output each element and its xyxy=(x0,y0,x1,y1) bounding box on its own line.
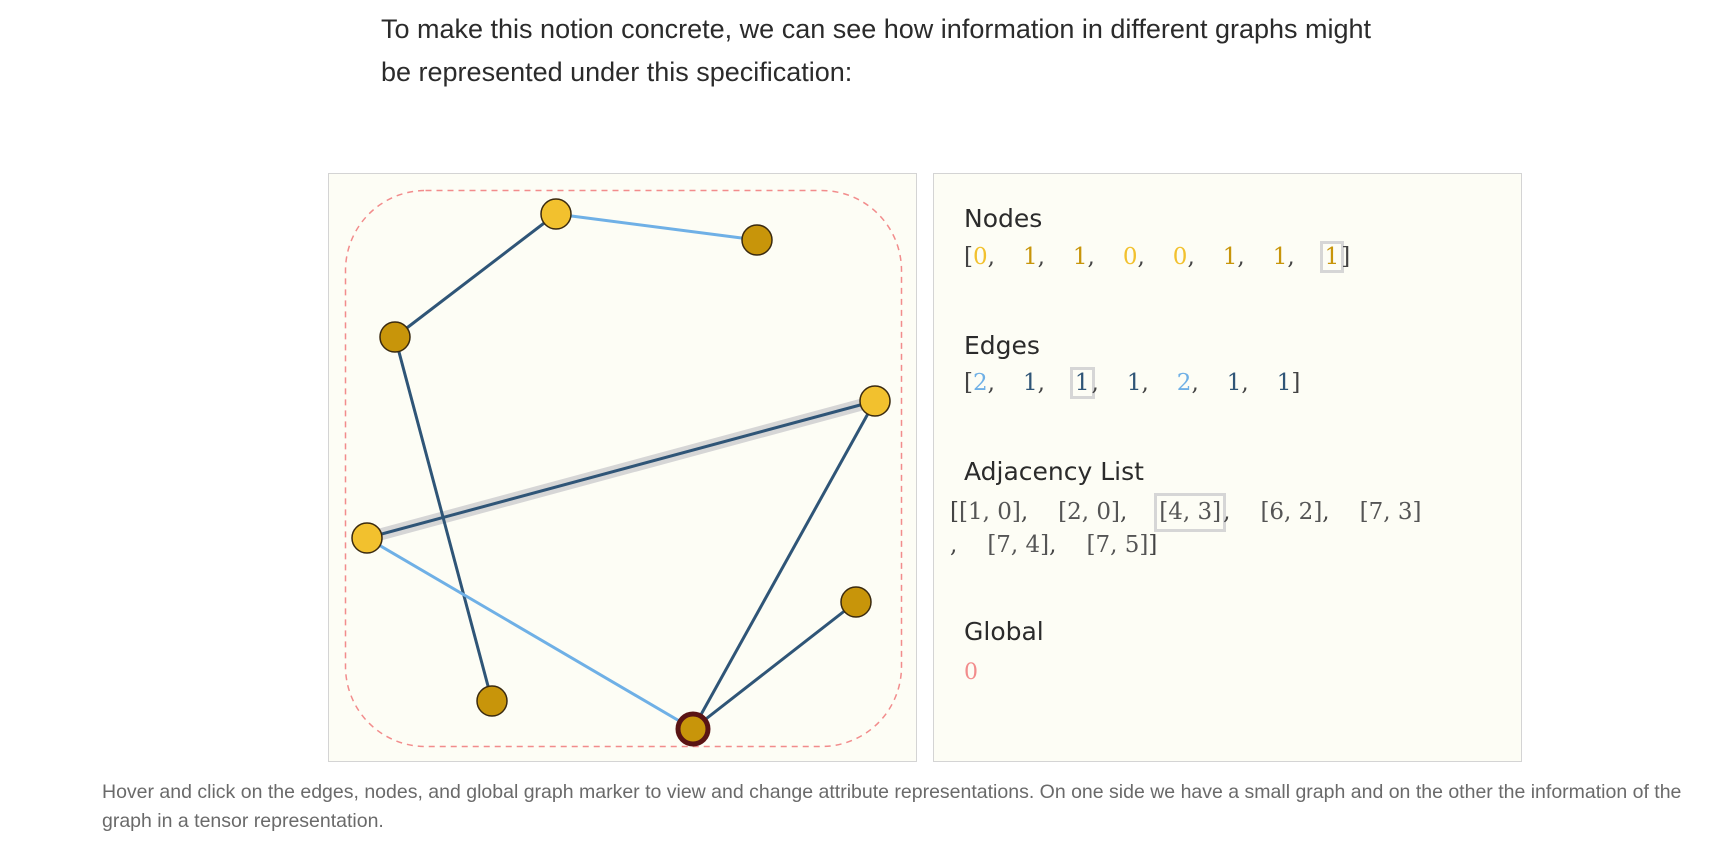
adjacency-separator: , xyxy=(1322,499,1330,525)
nodes-value-7[interactable]: 1 xyxy=(1319,241,1345,273)
nodes-separator: , xyxy=(1237,244,1245,270)
nodes-title: Nodes xyxy=(964,204,1043,233)
nodes-value-5[interactable]: 1 xyxy=(1223,244,1238,270)
adjacency-pair-6[interactable]: [7, 5] xyxy=(1086,529,1148,562)
edges-value-3[interactable]: 1 xyxy=(1127,370,1142,396)
node-6[interactable] xyxy=(476,685,508,717)
edges-title: Edges xyxy=(964,331,1040,360)
adjacency-separator: , xyxy=(1223,499,1231,525)
node-2[interactable] xyxy=(379,321,411,353)
nodes-value-2[interactable]: 1 xyxy=(1073,244,1088,270)
adjacency-pair-1[interactable]: [2, 0] xyxy=(1058,496,1120,529)
intro-paragraph: To make this notion concrete, we can see… xyxy=(381,14,1372,87)
node-1[interactable] xyxy=(741,224,773,256)
edges-value-2[interactable]: 1 xyxy=(1069,367,1095,399)
adjacency-separator: , xyxy=(1119,499,1128,525)
tensor-panel: Nodes [0, 1, 1, 0, 0, 1, 1, 1] Edges [2, 1, 1, 1, 2… xyxy=(933,173,1522,762)
edges-value-6[interactable]: 1 xyxy=(1277,370,1292,396)
edge-6[interactable] xyxy=(692,600,857,731)
edge-4[interactable] xyxy=(366,536,694,731)
nodes-array: [0, 1, 1, 0, 0, 1, 1, 1] xyxy=(964,241,1351,273)
nodes-separator: , xyxy=(987,244,995,270)
nodes-separator: , xyxy=(1287,244,1295,270)
edge-1[interactable] xyxy=(394,212,557,339)
edges-value-1[interactable]: 1 xyxy=(1023,370,1038,396)
adjacency-separator: , xyxy=(1049,532,1057,558)
edges-separator: , xyxy=(1037,370,1045,396)
edges-separator: , xyxy=(1091,370,1099,396)
adjacency-open-bracket: [ xyxy=(950,499,959,525)
node-3[interactable] xyxy=(351,522,383,554)
nodes-separator: , xyxy=(1037,244,1045,270)
adjacency-title: Adjacency List xyxy=(964,457,1144,486)
edges-open-bracket: [ xyxy=(964,370,973,396)
edges-layer xyxy=(361,212,881,731)
node-4[interactable] xyxy=(859,385,891,417)
node-7[interactable] xyxy=(675,711,711,747)
nodes-value-0[interactable]: 0 xyxy=(973,244,988,270)
nodes-separator: , xyxy=(1187,244,1195,270)
node-0[interactable] xyxy=(540,198,572,230)
edges-value-0[interactable]: 2 xyxy=(973,370,988,396)
nodes-value-1[interactable]: 1 xyxy=(1023,244,1038,270)
edges-array: [2, 1, 1, 1, 2, 1, 1] xyxy=(964,367,1301,399)
edges-separator: , xyxy=(1141,370,1149,396)
figure-caption: Hover and click on the edges, nodes, and… xyxy=(102,781,1682,832)
adjacency-pair-2[interactable]: [4, 3] xyxy=(1154,493,1227,532)
edges-value-4[interactable]: 2 xyxy=(1177,370,1192,396)
adjacency-pair-5[interactable]: [7, 4] xyxy=(987,529,1049,562)
global-value[interactable]: 0 xyxy=(964,660,978,685)
adjacency-pair-3[interactable]: [6, 2] xyxy=(1260,496,1322,529)
adjacency-close-bracket: ] xyxy=(1148,532,1158,558)
edges-close-bracket: ] xyxy=(1291,370,1301,396)
node-5[interactable] xyxy=(840,586,872,618)
edges-separator: , xyxy=(987,370,995,396)
adjacency-list: [[1, 0], [2, 0], [4, 3], [6, 2], [7, 3], [7, … xyxy=(950,493,1450,562)
graph-canvas[interactable] xyxy=(329,174,918,763)
nodes-separator: , xyxy=(1087,244,1095,270)
global-title: Global xyxy=(964,617,1044,646)
graph-panel[interactable] xyxy=(328,173,917,762)
edge-0[interactable] xyxy=(555,212,758,242)
edges-separator: , xyxy=(1241,370,1249,396)
nodes-value-6[interactable]: 1 xyxy=(1273,244,1288,270)
nodes-separator: , xyxy=(1137,244,1145,270)
adjacency-pair-0[interactable]: [1, 0] xyxy=(959,496,1021,529)
adjacency-separator: , xyxy=(950,532,958,558)
adjacency-separator: , xyxy=(1020,499,1029,525)
nodes-value-3[interactable]: 0 xyxy=(1123,244,1138,270)
edge-3[interactable] xyxy=(393,336,494,702)
edge-5[interactable] xyxy=(691,400,877,730)
adjacency-pair-4[interactable]: [7, 3] xyxy=(1360,496,1422,529)
edges-separator: , xyxy=(1191,370,1199,396)
edges-value-5[interactable]: 1 xyxy=(1227,370,1242,396)
nodes-open-bracket: [ xyxy=(964,244,973,270)
nodes-close-bracket: ] xyxy=(1341,244,1351,270)
nodes-value-4[interactable]: 0 xyxy=(1173,244,1188,270)
